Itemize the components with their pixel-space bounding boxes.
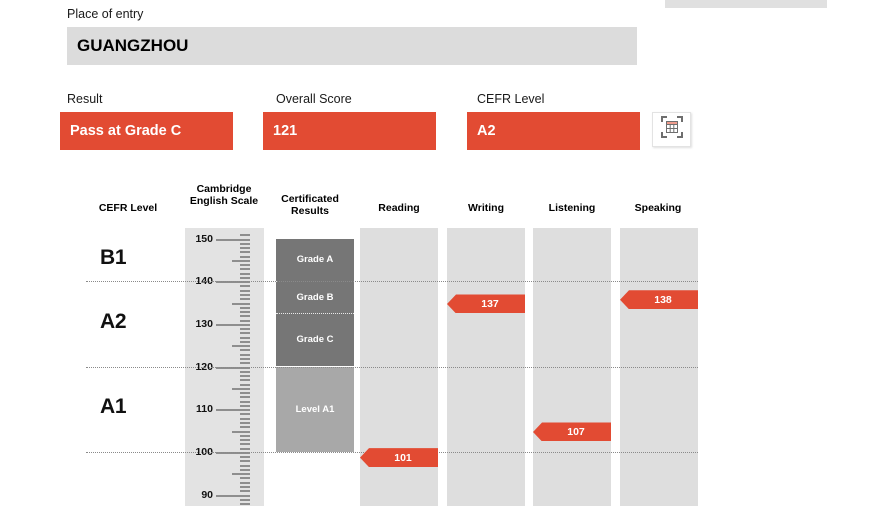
- scale-tick-label: 130: [195, 317, 213, 330]
- scale-tick: [240, 319, 250, 322]
- grade-divider: [276, 313, 354, 315]
- column-header: Certificated Results: [281, 193, 339, 217]
- cefr-boundary-line: [86, 366, 698, 368]
- scale-tick: [232, 302, 250, 305]
- column-header: Cambridge English Scale: [189, 183, 259, 207]
- scale-tick: [216, 494, 250, 497]
- column-header: Reading: [378, 202, 420, 214]
- scale-tick: [240, 439, 250, 442]
- scale-tick: [240, 311, 250, 314]
- score-report-panel: Place of entry GUANGZHOU Result Pass at …: [0, 0, 894, 506]
- scale-tick: [232, 387, 250, 390]
- certificated-result-segment: Grade B: [276, 281, 354, 314]
- cefr-level-band-label: B1: [100, 245, 127, 269]
- column-header: Speaking: [634, 202, 682, 214]
- scale-tick: [240, 447, 250, 450]
- cefr-level-band-label: A2: [100, 309, 127, 333]
- cefr-boundary-line: [86, 281, 698, 283]
- certificated-result-segment: Grade C: [276, 313, 354, 367]
- scale-tick: [240, 498, 250, 501]
- scale-tick: [240, 315, 250, 318]
- scale-tick-label: 150: [195, 232, 213, 245]
- scale-tick: [240, 255, 250, 258]
- score-marker: 138: [620, 290, 698, 310]
- scale-tick: [240, 383, 250, 386]
- certificated-result-segment: Grade A: [276, 238, 354, 282]
- scale-tick: [216, 409, 250, 412]
- scale-tick: [232, 430, 250, 433]
- scale-tick: [240, 289, 250, 292]
- score-chart: CEFR Level Cambridge English Scale Certifi…: [0, 0, 894, 506]
- scale-tick: [240, 268, 250, 271]
- scale-tick: [240, 503, 250, 506]
- scale-tick: [240, 456, 250, 459]
- column-header: Listening: [548, 202, 596, 214]
- score-marker: 137: [447, 294, 525, 314]
- scale-tick: [240, 426, 250, 429]
- scale-tick: [240, 362, 250, 365]
- scale-tick: [240, 272, 250, 275]
- scale-tick-label: 90: [201, 488, 213, 501]
- column-header: CEFR Level: [98, 202, 158, 214]
- score-marker: 101: [360, 448, 438, 468]
- scale-tick: [240, 392, 250, 395]
- scale-tick: [240, 443, 250, 446]
- scale-tick: [240, 276, 250, 279]
- scale-tick: [240, 400, 250, 403]
- scale-tick: [240, 336, 250, 339]
- scale-tick: [240, 332, 250, 335]
- scale-tick: [240, 434, 250, 437]
- scale-tick: [240, 481, 250, 484]
- scale-tick: [240, 298, 250, 301]
- scale-tick: [240, 375, 250, 378]
- scale-tick: [232, 259, 250, 262]
- scale-tick: [240, 293, 250, 296]
- scale-tick: [240, 417, 250, 420]
- scale-tick: [240, 490, 250, 493]
- scale-tick: [232, 473, 250, 476]
- scale-tick: [240, 404, 250, 407]
- scale-tick: [240, 485, 250, 488]
- scale-tick: [240, 468, 250, 471]
- scale-tick: [240, 379, 250, 382]
- scale-tick: [240, 460, 250, 463]
- scale-tick: [240, 349, 250, 352]
- column-header: Writing: [468, 202, 504, 214]
- scale-tick: [240, 353, 250, 356]
- scale-tick: [216, 238, 250, 241]
- scale-tick: [240, 464, 250, 467]
- scale-tick: [240, 477, 250, 480]
- scale-tick: [240, 413, 250, 416]
- scale-tick: [240, 328, 250, 331]
- scale-tick: [232, 345, 250, 348]
- scale-tick: [216, 323, 250, 326]
- scale-tick: [240, 234, 250, 237]
- scale-tick: [240, 306, 250, 309]
- certificated-result-segment: Level A1: [276, 366, 354, 452]
- scale-tick: [240, 370, 250, 373]
- scale-tick: [240, 357, 250, 360]
- scale-tick: [240, 340, 250, 343]
- scale-tick: [240, 247, 250, 250]
- scale-tick: [240, 421, 250, 424]
- scale-tick: [240, 396, 250, 399]
- scale-tick-label: 110: [196, 403, 213, 416]
- scale-tick: [240, 251, 250, 254]
- cefr-level-band-label: A1: [100, 395, 127, 419]
- score-marker: 107: [533, 422, 611, 442]
- scale-tick: [240, 264, 250, 267]
- scale-tick: [240, 242, 250, 245]
- scale-tick: [240, 285, 250, 288]
